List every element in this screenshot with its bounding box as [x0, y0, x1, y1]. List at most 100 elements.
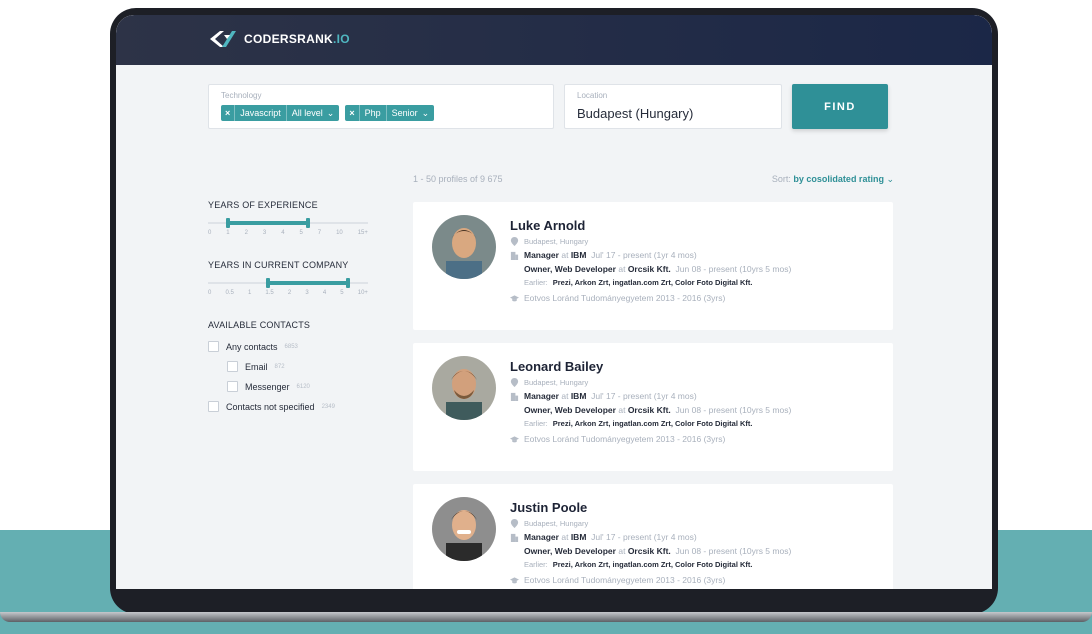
checkbox[interactable]	[208, 401, 219, 412]
tick-label: 5	[340, 290, 344, 296]
slider-handle-min[interactable]	[266, 278, 270, 288]
chevron-down-icon: ⌄	[886, 174, 894, 184]
slider-fill	[268, 281, 348, 285]
tech-chip[interactable]: × Javascript All level ⌄	[221, 105, 340, 121]
chip-level-dropdown[interactable]: All level ⌄	[285, 105, 340, 121]
company-name[interactable]: Orcsik Kft.	[628, 264, 671, 274]
company-years-ticks: 0 0.5 1 1.5 2 3 4 5 10+	[208, 290, 368, 296]
sort-value[interactable]: by cosolidated rating	[793, 174, 884, 184]
chevron-down-icon: ⌄	[421, 107, 430, 118]
brand-logo[interactable]: CODERSRANK.IO	[208, 29, 350, 49]
find-button[interactable]: FIND	[792, 84, 888, 129]
contacts-title: AVAILABLE CONTACTS	[208, 320, 311, 330]
graduation-cap-icon	[510, 576, 519, 585]
job-period: Jun 08 - present (10yrs 5 mos)	[675, 405, 792, 415]
graduation-cap-icon	[510, 294, 519, 303]
option-count: 872	[274, 363, 285, 370]
brand-name: CODERSRANK.IO	[244, 32, 350, 46]
checkbox[interactable]	[227, 361, 238, 372]
profile-info: Luke Arnold Budapest, Hungary Manager at…	[510, 218, 791, 307]
earlier-label: Earlier:	[524, 560, 548, 569]
company-years-title: YEARS IN CURRENT COMPANY	[208, 260, 349, 270]
chip-level-dropdown[interactable]: Senior ⌄	[385, 105, 435, 121]
experience-slider[interactable]	[208, 218, 368, 228]
contact-option-messenger[interactable]: Messenger 6120	[208, 381, 368, 392]
profile-card[interactable]: Luke Arnold Budapest, Hungary Manager at…	[413, 202, 893, 330]
earlier-label: Earlier:	[524, 419, 548, 428]
profile-location: Budapest, Hungary	[510, 237, 791, 246]
second-job: Owner, Web Developer at Orcsik Kft. Jun …	[510, 405, 791, 415]
company-name[interactable]: IBM	[571, 250, 587, 260]
app-screen: CODERSRANK.IO Technology × Javascript Al…	[116, 15, 992, 589]
earlier-companies: Prezi, Arkon Zrt, ingatlan.com Zrt, Colo…	[552, 560, 753, 569]
tick-label: 10	[336, 230, 343, 236]
at-text: at	[561, 532, 569, 542]
tick-label: 4	[281, 230, 285, 236]
education: Eotvos Loránd Tudományegyetem 2013 - 201…	[510, 575, 791, 585]
option-count: 6853	[284, 343, 298, 350]
results-count: 1 - 50 profiles of 9 675	[413, 174, 503, 184]
slider-fill	[228, 221, 308, 225]
location-value[interactable]: Budapest (Hungary)	[577, 106, 693, 121]
location-text: Budapest, Hungary	[524, 519, 589, 528]
tick-label: 2	[287, 290, 292, 296]
company-name[interactable]: IBM	[571, 391, 587, 401]
slider-handle-max[interactable]	[306, 218, 310, 228]
option-label: Contacts not specified	[226, 401, 315, 412]
earlier-jobs: Earlier: Prezi, Arkon Zrt, ingatlan.com Z…	[510, 419, 791, 428]
tick-label: 7	[317, 230, 322, 236]
contact-option-not-specified[interactable]: Contacts not specified 2349	[208, 401, 368, 412]
profile-name[interactable]: Leonard Bailey	[510, 359, 791, 374]
profile-name[interactable]: Justin Poole	[510, 500, 791, 515]
tick-label: 10+	[357, 290, 368, 296]
avatar[interactable]	[432, 356, 496, 420]
current-job: Manager at IBM Jul' 17 - present (1yr 4 …	[510, 250, 791, 260]
slider-handle-min[interactable]	[226, 218, 230, 228]
tick-label: 1.5	[265, 290, 274, 296]
profile-card[interactable]: Leonard Bailey Budapest, Hungary Manager…	[413, 343, 893, 471]
tick-label: 15+	[357, 230, 368, 236]
tech-chip[interactable]: × Php Senior ⌄	[345, 105, 435, 121]
at-text: at	[618, 546, 626, 556]
job-period: Jun 08 - present (10yrs 5 mos)	[675, 546, 792, 556]
company-name[interactable]: Orcsik Kft.	[628, 405, 671, 415]
company-name[interactable]: IBM	[571, 532, 587, 542]
job-period: Jul' 17 - present (1yr 4 mos)	[591, 391, 697, 401]
remove-chip-icon[interactable]: ×	[345, 105, 360, 121]
education-text: Eotvos Loránd Tudományegyetem 2013 - 201…	[524, 293, 726, 303]
remove-chip-icon[interactable]: ×	[221, 105, 236, 121]
contact-option-email[interactable]: Email 872	[208, 361, 368, 372]
slider-handle-max[interactable]	[346, 278, 350, 288]
company-name[interactable]: Orcsik Kft.	[628, 546, 671, 556]
experience-title: YEARS OF EXPERIENCE	[208, 200, 318, 210]
location-field[interactable]: Location Budapest (Hungary)	[564, 84, 782, 129]
education-text: Eotvos Loránd Tudományegyetem 2013 - 201…	[524, 575, 726, 585]
sort-control[interactable]: Sort: by cosolidated rating ⌄	[772, 174, 894, 185]
building-icon	[510, 533, 519, 542]
chip-name: Javascript	[240, 108, 281, 118]
checkbox[interactable]	[208, 341, 219, 352]
option-label: Email	[245, 361, 268, 372]
graduation-cap-icon	[510, 435, 519, 444]
avatar[interactable]	[432, 497, 496, 561]
education: Eotvos Loránd Tudományegyetem 2013 - 201…	[510, 293, 791, 303]
profile-card[interactable]: Justin Poole Budapest, Hungary Manager a…	[413, 484, 893, 589]
education: Eotvos Loránd Tudományegyetem 2013 - 201…	[510, 434, 791, 444]
tick-label: 0	[208, 290, 212, 296]
option-count: 6120	[296, 383, 310, 390]
tick-label: 1	[226, 230, 230, 236]
checkbox[interactable]	[227, 381, 238, 392]
location-text: Budapest, Hungary	[524, 378, 589, 387]
logo-icon	[208, 29, 238, 49]
at-text: at	[618, 264, 626, 274]
company-years-slider[interactable]	[208, 278, 368, 288]
profile-name[interactable]: Luke Arnold	[510, 218, 791, 233]
profile-info: Justin Poole Budapest, Hungary Manager a…	[510, 500, 791, 589]
technology-field[interactable]: Technology × Javascript All level ⌄ × Php…	[208, 84, 554, 129]
location-pin-icon	[510, 237, 519, 246]
avatar[interactable]	[432, 215, 496, 279]
location-label: Location	[577, 91, 608, 100]
job-role: Manager	[524, 532, 559, 542]
contact-option-any[interactable]: Any contacts 6853	[208, 341, 368, 352]
earlier-jobs: Earlier: Prezi, Arkon Zrt, ingatlan.com Z…	[510, 278, 791, 287]
